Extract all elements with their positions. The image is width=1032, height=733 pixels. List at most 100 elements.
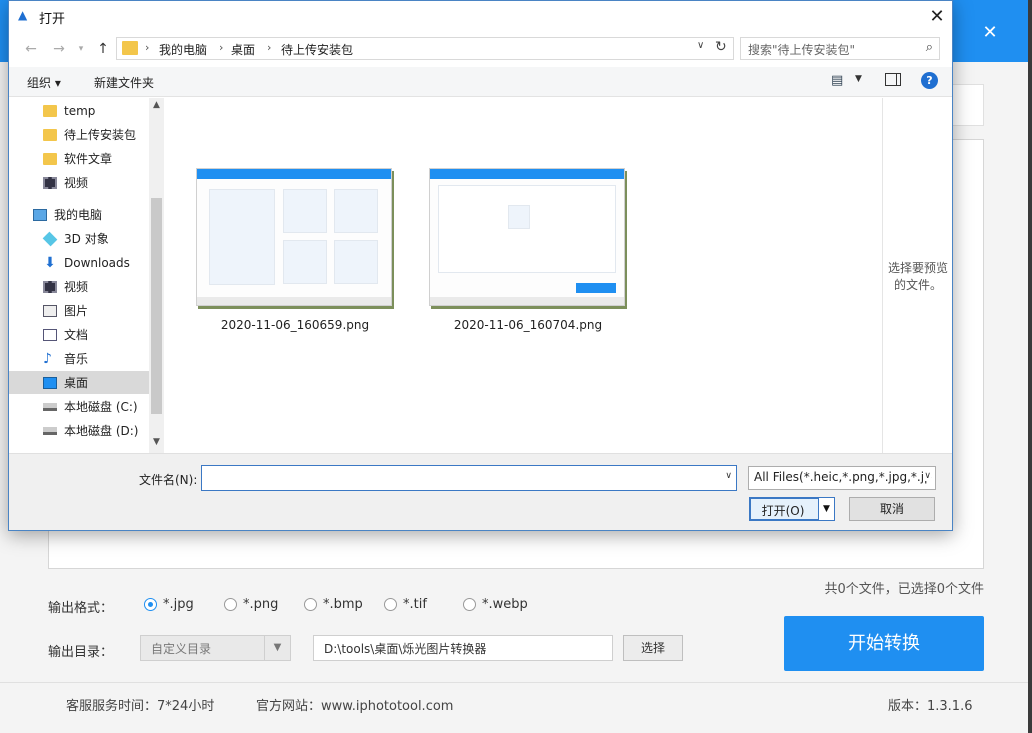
chevron-down-icon[interactable]: ∨ [697, 40, 704, 51]
view-mode-icon[interactable]: ▤ [831, 73, 843, 88]
app-close-icon[interactable]: ✕ [975, 22, 1005, 44]
search-input[interactable]: 搜索"待上传安装包" ⌕ [740, 37, 940, 60]
output-dir-select[interactable]: 自定义目录 ▼ [140, 635, 291, 661]
chevron-down-icon[interactable]: ▼ [149, 437, 164, 447]
music-icon: ♪ [43, 353, 57, 365]
open-options-dropdown-icon[interactable]: ▼ [818, 498, 834, 520]
nav-item-label: 音乐 [64, 350, 88, 367]
thumbnail-card [508, 205, 530, 229]
breadcrumb-item[interactable]: 我的电脑 [159, 41, 207, 58]
filetype-select[interactable]: All Files(*.heic,*.png,*.jpg,*.jp ∨ [748, 466, 936, 490]
format-radio-png[interactable]: *.png [224, 597, 278, 612]
desktop-icon [43, 377, 57, 389]
nav-item-videos[interactable]: 视频 [9, 171, 149, 194]
start-convert-button[interactable]: 开始转换 [784, 616, 984, 671]
chevron-down-icon[interactable]: ▼ [855, 74, 862, 84]
version-text: 版本：1.3.1.6 [888, 695, 972, 714]
chevron-down-icon[interactable]: ▼ [264, 636, 290, 660]
file-thumbnail [196, 168, 392, 306]
nav-item-my-computer[interactable]: 我的电脑 [9, 203, 149, 226]
preview-pane-icon[interactable] [885, 73, 901, 86]
output-format-label: 输出格式： [48, 597, 113, 616]
search-icon[interactable]: ⌕ [926, 40, 933, 55]
chevron-right-icon[interactable]: › [219, 41, 223, 54]
preview-pane: 选择要预览的文件。 [882, 98, 952, 453]
format-label: *.tif [403, 597, 427, 612]
output-dir-path-field[interactable]: D:\tools\桌面\烁光图片转换器 [313, 635, 613, 661]
chevron-down-icon[interactable]: ∨ [924, 471, 931, 481]
format-label: *.jpg [163, 597, 194, 612]
recent-locations-icon[interactable]: ▾ [75, 39, 87, 59]
nav-item-music[interactable]: ♪ 音乐 [9, 347, 149, 370]
format-radio-webp[interactable]: *.webp [463, 597, 528, 612]
format-label: *.webp [482, 597, 528, 612]
nav-item-disk-d[interactable]: 本地磁盘 (D:) [9, 419, 149, 442]
nav-item-videos-lib[interactable]: 视频 [9, 275, 149, 298]
thumbnail-header [197, 169, 391, 179]
file-item[interactable]: 2020-11-06_160704.png [423, 168, 623, 334]
thumbnail-header [430, 169, 624, 179]
thumbnail-card [283, 240, 327, 284]
thumbnail-card [283, 189, 327, 233]
nav-item-label: temp [64, 104, 95, 118]
radio-dot [224, 598, 237, 611]
new-folder-button[interactable]: 新建文件夹 [94, 74, 154, 91]
nav-item-label: 我的电脑 [54, 206, 102, 223]
video-icon [43, 281, 57, 293]
radio-dot [144, 598, 157, 611]
breadcrumb-item[interactable]: 桌面 [231, 41, 255, 58]
folder-icon [43, 105, 57, 117]
chevron-right-icon[interactable]: › [267, 41, 271, 54]
pictures-icon [43, 305, 57, 317]
format-radio-jpg[interactable]: *.jpg [144, 597, 194, 612]
breadcrumb-item[interactable]: 待上传安装包 [281, 41, 353, 58]
nav-item-upload-packages[interactable]: 待上传安装包 [9, 123, 149, 146]
nav-item-label: 图片 [64, 302, 88, 319]
app-logo-icon: ▲ [18, 8, 27, 22]
radio-dot [463, 598, 476, 611]
radio-dot [304, 598, 317, 611]
nav-item-disk-c[interactable]: 本地磁盘 (C:) [9, 395, 149, 418]
nav-item-label: 3D 对象 [64, 230, 109, 247]
forward-arrow-icon[interactable]: → [49, 39, 69, 59]
open-button[interactable]: 打开(O) ▼ [749, 497, 835, 521]
folder-icon [43, 129, 57, 141]
help-icon[interactable]: ? [921, 72, 938, 89]
output-dir-label: 输出目录： [48, 641, 113, 660]
nav-item-label: 视频 [64, 278, 88, 295]
cancel-button[interactable]: 取消 [849, 497, 935, 521]
file-name: 2020-11-06_160704.png [423, 318, 633, 332]
nav-item-downloads[interactable]: ⬇ Downloads [9, 251, 149, 274]
format-label: *.png [243, 597, 278, 612]
organize-menu[interactable]: 组织 ▾ [27, 74, 61, 91]
nav-scrollbar[interactable]: ▲ ▼ [149, 98, 164, 453]
nav-item-label: 待上传安装包 [64, 126, 136, 143]
nav-item-3d-objects[interactable]: 3D 对象 [9, 227, 149, 250]
back-arrow-icon[interactable]: ← [21, 39, 41, 59]
file-item[interactable]: 2020-11-06_160659.png [190, 168, 390, 334]
chevron-up-icon[interactable]: ▲ [149, 100, 164, 110]
nav-item-temp[interactable]: temp [9, 99, 149, 122]
up-arrow-icon[interactable]: ↑ [93, 39, 113, 59]
navigation-pane: temp 待上传安装包 软件文章 视频 我的电脑 3D 对象 ⬇ Downloa… [9, 98, 164, 453]
format-radio-tif[interactable]: *.tif [384, 597, 427, 612]
file-thumbnail [429, 168, 625, 306]
dir-select-value: 自定义目录 [151, 642, 211, 656]
refresh-icon[interactable]: ↻ [715, 39, 727, 55]
nav-item-articles[interactable]: 软件文章 [9, 147, 149, 170]
chevron-down-icon[interactable]: ∨ [725, 471, 732, 481]
nav-item-documents[interactable]: 文档 [9, 323, 149, 346]
nav-item-desktop[interactable]: 桌面 [9, 371, 149, 394]
choose-dir-button[interactable]: 选择 [623, 635, 683, 661]
chevron-right-icon[interactable]: › [145, 41, 149, 54]
address-bar[interactable]: › 我的电脑 › 桌面 › 待上传安装包 ∨ ↻ [116, 37, 734, 60]
close-icon[interactable]: ✕ [925, 5, 949, 29]
scrollbar-thumb[interactable] [151, 198, 162, 414]
format-radio-bmp[interactable]: *.bmp [304, 597, 363, 612]
thumbnail-footer [430, 297, 624, 305]
video-icon [43, 177, 57, 189]
nav-item-label: 软件文章 [64, 150, 112, 167]
nav-item-pictures[interactable]: 图片 [9, 299, 149, 322]
thumbnail-button [576, 283, 616, 293]
filename-input[interactable]: ∨ [201, 465, 737, 491]
